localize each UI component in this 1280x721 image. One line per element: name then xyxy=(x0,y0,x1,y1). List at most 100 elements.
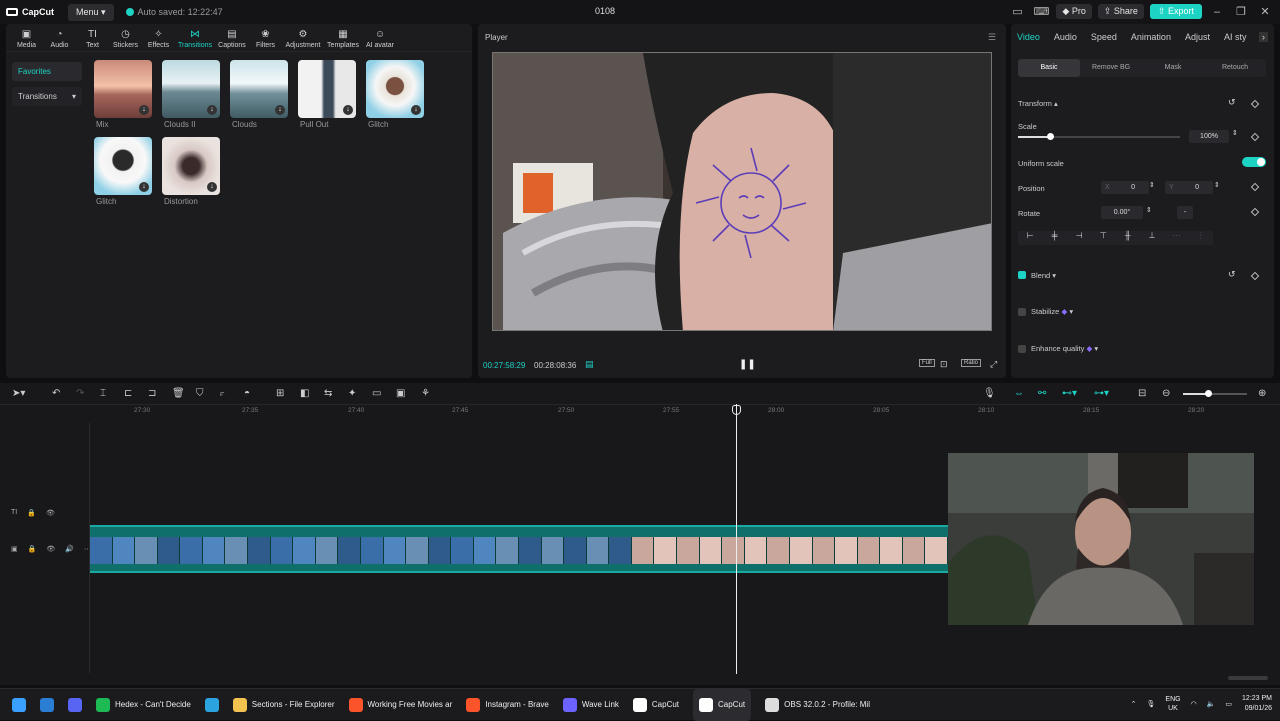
sidebar-item-favorites[interactable]: Favorites xyxy=(12,62,82,81)
split-left-icon[interactable]: ⊏ xyxy=(124,388,132,399)
align-top-icon[interactable]: ⊤ xyxy=(1091,231,1115,245)
distribute-v-icon[interactable]: ⋮ xyxy=(1189,231,1213,245)
split-right-icon[interactable]: ⊐ xyxy=(148,388,156,399)
sidebar-item-transitions[interactable]: Transitions ▾ xyxy=(12,87,82,106)
microphone-icon[interactable]: 🎙 xyxy=(983,388,996,399)
select-tool-icon[interactable]: ➤▾ xyxy=(12,388,25,399)
reset-icon[interactable]: ↺ xyxy=(1228,97,1236,108)
tab-filters[interactable]: ❀ Filters xyxy=(249,28,282,51)
microphone-tray-icon[interactable]: 🎙 xyxy=(1147,700,1156,708)
taskbar-item-brave[interactable]: Instagram - Brave xyxy=(466,689,549,721)
redo-icon[interactable]: ↷ xyxy=(76,388,84,399)
zoom-slider-handle[interactable] xyxy=(1205,390,1212,397)
menu-button[interactable]: Menu ▾ xyxy=(68,3,114,21)
download-icon[interactable]: ↓ xyxy=(207,105,217,115)
taskbar-item-windows-start[interactable] xyxy=(12,689,26,721)
stepper-icon[interactable]: ⇕ xyxy=(1232,129,1238,137)
taskbar-item-capcut[interactable]: CapCut xyxy=(632,689,679,721)
tab-text[interactable]: TI Text xyxy=(76,28,109,51)
tab-transitions[interactable]: ⋈ Transitions xyxy=(175,28,215,51)
enhance-section[interactable]: Enhance quality ◆ ▾ xyxy=(1031,344,1098,353)
lock-icon[interactable]: 🔒 xyxy=(28,545,37,553)
tab-templates[interactable]: ▦ Templates xyxy=(324,28,362,51)
transition-thumb-glitch-2[interactable]: ↓ xyxy=(94,137,152,195)
stepper-icon[interactable]: ⇕ xyxy=(1146,206,1152,214)
download-icon[interactable]: ↓ xyxy=(275,105,285,115)
magic-icon[interactable]: ✦ xyxy=(348,388,356,399)
tab-media[interactable]: ▣ Media xyxy=(10,28,43,51)
tab-adjust[interactable]: Adjust xyxy=(1185,32,1210,42)
position-y-field[interactable]: Y0 xyxy=(1165,181,1213,194)
taskbar-item-telegram[interactable] xyxy=(204,689,219,721)
taskbar-item-spotify[interactable]: Hedex - Can't Decide xyxy=(96,689,191,721)
minimize-icon[interactable]: – xyxy=(1208,6,1226,18)
transition-thumb-pull-out[interactable]: ↓ xyxy=(298,60,356,118)
taskbar-item-obs[interactable]: OBS 32.0.2 - Profile: Mil xyxy=(765,689,870,721)
stepper-icon[interactable]: ⇕ xyxy=(1214,181,1220,189)
undo-icon[interactable]: ↶ xyxy=(52,388,60,399)
tab-captions[interactable]: ▤ Captions xyxy=(215,28,249,51)
shortcuts-icon[interactable]: ⌨ xyxy=(1032,5,1050,18)
enhance-checkbox[interactable] xyxy=(1018,345,1026,353)
keyframe-icon[interactable] xyxy=(1250,99,1260,109)
download-icon[interactable]: ↓ xyxy=(139,105,149,115)
taskbar-item-wave-link[interactable]: Wave Link xyxy=(562,689,619,721)
close-icon[interactable]: ✕ xyxy=(1256,5,1274,18)
align-center-h-icon[interactable]: ╪ xyxy=(1042,231,1066,245)
tab-effects[interactable]: ✧ Effects xyxy=(142,28,175,51)
ratio-button[interactable]: Ratio xyxy=(961,359,982,367)
uniform-scale-toggle[interactable] xyxy=(1242,157,1266,167)
taskbar-item-discord[interactable] xyxy=(68,689,82,721)
full-button[interactable]: Full xyxy=(919,359,935,367)
pause-button[interactable]: ❚❚ xyxy=(739,359,756,370)
player-menu-icon[interactable]: ☰ xyxy=(988,32,996,43)
freeze-icon[interactable]: ⊞ xyxy=(276,388,284,399)
layout-icon[interactable]: ▭ xyxy=(1008,5,1026,18)
scale-slider[interactable] xyxy=(1018,133,1180,140)
zoom-in-icon[interactable]: ⊕ xyxy=(1258,388,1266,399)
align-center-v-icon[interactable]: ╫ xyxy=(1116,231,1140,245)
position-x-field[interactable]: X0 xyxy=(1101,181,1149,194)
screenshot-icon[interactable]: ⊡ xyxy=(940,359,948,370)
transition-thumb-clouds-ii[interactable]: ↓ xyxy=(162,60,220,118)
scale-value[interactable]: 100% xyxy=(1189,130,1229,143)
align-right-icon[interactable]: ⊣ xyxy=(1067,231,1091,245)
mirror-icon[interactable]: ◧ xyxy=(300,388,309,399)
download-icon[interactable]: ↓ xyxy=(343,105,353,115)
chevron-up-icon[interactable]: ⌃ xyxy=(1131,700,1137,708)
marker-icon[interactable]: ⛉ xyxy=(196,388,204,399)
delete-icon[interactable]: 🗑 xyxy=(172,388,185,399)
crop-icon[interactable]: ⟔ xyxy=(220,388,225,399)
pro-button[interactable]: ◆ Pro xyxy=(1056,4,1092,19)
speed-icon[interactable]: ◓ xyxy=(244,388,250,399)
reset-icon[interactable]: ↺ xyxy=(1228,269,1236,280)
battery-icon[interactable]: ▭ xyxy=(1225,700,1232,708)
tab-stickers[interactable]: ◷ Stickers xyxy=(109,28,142,51)
restore-icon[interactable]: ❐ xyxy=(1232,5,1250,18)
tab-adjustment[interactable]: ⚙ Adjustment xyxy=(282,28,324,51)
keyframe-icon[interactable] xyxy=(1250,271,1260,281)
subtab-remove-bg[interactable]: Remove BG xyxy=(1080,59,1142,77)
preview-axis-icon[interactable]: ⊶▾ xyxy=(1094,388,1109,399)
time-ruler[interactable]: 27:30 27:35 27:40 27:45 27:50 27:55 28:0… xyxy=(90,405,1280,419)
scale-slider-handle[interactable] xyxy=(1047,133,1055,140)
transform-section[interactable]: Transform ▴ xyxy=(1018,99,1058,108)
taskbar-item-brave[interactable]: Working Free Movies ar xyxy=(348,689,452,721)
distribute-h-icon[interactable]: ⋯ xyxy=(1164,231,1188,245)
download-icon[interactable]: ↓ xyxy=(207,182,217,192)
wifi-icon[interactable]: ◠ xyxy=(1191,700,1197,708)
download-icon[interactable]: ↓ xyxy=(411,105,421,115)
tab-audio[interactable]: ◔ Audio xyxy=(43,28,76,51)
tab-speed[interactable]: Speed xyxy=(1091,32,1117,42)
blend-checkbox[interactable] xyxy=(1018,271,1026,279)
zoom-out-icon[interactable]: ⊖ xyxy=(1162,388,1170,399)
share-button[interactable]: ⇪ Share xyxy=(1097,4,1144,19)
stabilize-section[interactable]: Stabilize ◆ ▾ xyxy=(1031,307,1073,316)
taskbar-item-outlook[interactable] xyxy=(40,689,54,721)
transition-thumb-clouds[interactable]: ↓ xyxy=(230,60,288,118)
project-title[interactable]: 0108 xyxy=(595,6,615,16)
magnet-icon[interactable]: ⚯ xyxy=(1038,388,1046,399)
export-button[interactable]: ⇧ Export xyxy=(1149,4,1202,19)
rotate-flip-button[interactable]: - xyxy=(1177,206,1193,219)
language-indicator[interactable]: ENG UK xyxy=(1165,695,1180,713)
